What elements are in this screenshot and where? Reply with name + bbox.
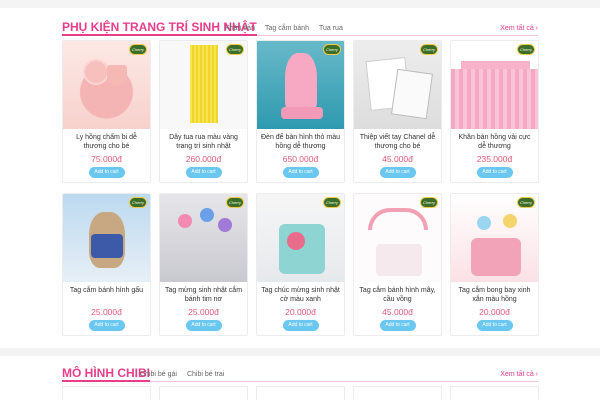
section-tabs: Khăn bàn Tag cắm bánh Tua rua	[225, 25, 343, 32]
product-card[interactable]: Cherry Ly hồng chấm bi dễ thương cho bé …	[62, 40, 151, 183]
product-grid	[62, 386, 539, 400]
product-image[interactable]: Cherry	[160, 194, 247, 282]
tab-tassel[interactable]: Tua rua	[319, 25, 343, 32]
brand-logo: Cherry	[517, 44, 535, 55]
product-card[interactable]: Cherry Tag cắm bánh hình mây, cầu vồng 4…	[353, 193, 442, 336]
product-price: 260.000đ	[185, 154, 222, 164]
see-all-link[interactable]: Xem tất cả ›	[500, 25, 538, 32]
product-name[interactable]: Dây tua rua màu vàng trang trí sinh nhật	[160, 129, 247, 153]
brand-logo: Cherry	[323, 44, 341, 55]
tab-chibi-girl[interactable]: Chibi bé gái	[140, 371, 177, 378]
add-to-cart-button[interactable]: Add to cart	[282, 320, 319, 331]
add-to-cart-button[interactable]: Add to cart	[476, 167, 513, 178]
brand-logo: Cherry	[517, 197, 535, 208]
tab-chibi-boy[interactable]: Chibi bé trai	[187, 371, 224, 378]
add-to-cart-button[interactable]: Add to cart	[185, 167, 222, 178]
brand-logo: Cherry	[129, 197, 147, 208]
add-to-cart-button[interactable]: Add to cart	[282, 167, 319, 178]
product-price: 650.000đ	[282, 154, 319, 164]
product-card[interactable]: Cherry Tag cắm bong bay xinh xắn màu hồn…	[450, 193, 539, 336]
product-price: 25.000đ	[91, 307, 122, 317]
product-card[interactable]	[62, 386, 151, 400]
brand-logo: Cherry	[323, 197, 341, 208]
product-card[interactable]: Cherry Khăn bàn hồng vải cực dễ thương 2…	[450, 40, 539, 183]
product-name[interactable]: Khăn bàn hồng vải cực dễ thương	[451, 129, 538, 153]
product-image[interactable]: Cherry	[354, 194, 441, 282]
product-image[interactable]: Cherry	[257, 41, 344, 129]
product-image[interactable]: Cherry	[451, 194, 538, 282]
section-header: PHỤ KIỆN TRANG TRÍ SINH NHẬT Khăn bàn Ta…	[62, 18, 538, 36]
product-price: 75.000đ	[91, 154, 122, 164]
product-name[interactable]: Tag cắm bong bay xinh xắn màu hồng	[451, 282, 538, 306]
product-price: 235.000đ	[476, 154, 513, 164]
product-price: 45.000đ	[382, 154, 413, 164]
product-name[interactable]: Ly hồng chấm bi dễ thương cho bé	[63, 129, 150, 153]
add-to-cart-button[interactable]: Add to cart	[379, 320, 416, 331]
section-header: MÔ HÌNH CHIBI Chibi bé gái Chibi bé trai…	[62, 364, 538, 382]
product-card[interactable]: Cherry Dây tua rua màu vàng trang trí si…	[159, 40, 248, 183]
add-to-cart-button[interactable]: Add to cart	[476, 320, 513, 331]
add-to-cart-button[interactable]: Add to cart	[185, 320, 222, 331]
product-name[interactable]: Tag cắm bánh hình mây, cầu vồng	[354, 282, 441, 306]
product-price: 45.000đ	[382, 307, 413, 317]
product-name[interactable]: Thiệp viết tay Chanel dễ thương cho bé	[354, 129, 441, 153]
add-to-cart-button[interactable]: Add to cart	[88, 167, 125, 178]
brand-logo: Cherry	[226, 44, 244, 55]
product-card[interactable]	[159, 386, 248, 400]
add-to-cart-button[interactable]: Add to cart	[88, 320, 125, 331]
product-card[interactable]	[353, 386, 442, 400]
product-image[interactable]: Cherry	[63, 194, 150, 282]
section-title: MÔ HÌNH CHIBI	[62, 366, 150, 382]
product-card[interactable]	[450, 386, 539, 400]
product-image[interactable]: Cherry	[354, 41, 441, 129]
product-card[interactable]: Cherry Tag mừng sinh nhật cắm bánh tim n…	[159, 193, 248, 336]
see-all-link[interactable]: Xem tất cả ›	[500, 371, 538, 378]
product-card[interactable]	[256, 386, 345, 400]
product-price: 20.000đ	[479, 307, 510, 317]
brand-logo: Cherry	[226, 197, 244, 208]
product-name[interactable]: Tag chúc mừng sinh nhật cờ màu xanh	[257, 282, 344, 306]
product-price: 25.000đ	[188, 307, 219, 317]
product-name[interactable]: Tag cắm bánh hình gấu	[63, 282, 150, 306]
product-card[interactable]: Cherry Thiệp viết tay Chanel dễ thương c…	[353, 40, 442, 183]
product-image[interactable]: Cherry	[257, 194, 344, 282]
product-grid: Cherry Ly hồng chấm bi dễ thương cho bé …	[62, 40, 539, 336]
product-image[interactable]: Cherry	[451, 41, 538, 129]
chibi-models-section: MÔ HÌNH CHIBI Chibi bé gái Chibi bé trai…	[0, 356, 600, 400]
product-price: 20.000đ	[285, 307, 316, 317]
product-name[interactable]: Đèn để bàn hình thỏ màu hồng dễ thương	[257, 129, 344, 153]
brand-logo: Cherry	[129, 44, 147, 55]
product-card[interactable]: Cherry Đèn để bàn hình thỏ màu hồng dễ t…	[256, 40, 345, 183]
product-image[interactable]: Cherry	[160, 41, 247, 129]
brand-logo: Cherry	[420, 44, 438, 55]
product-name[interactable]: Tag mừng sinh nhật cắm bánh tim nơ	[160, 282, 247, 306]
birthday-accessories-section: PHỤ KIỆN TRANG TRÍ SINH NHẬT Khăn bàn Ta…	[0, 8, 600, 348]
product-card[interactable]: Cherry Tag cắm bánh hình gấu 25.000đ Add…	[62, 193, 151, 336]
tab-cake-tag[interactable]: Tag cắm bánh	[265, 25, 309, 32]
product-image[interactable]: Cherry	[63, 41, 150, 129]
brand-logo: Cherry	[420, 197, 438, 208]
product-card[interactable]: Cherry Tag chúc mừng sinh nhật cờ màu xa…	[256, 193, 345, 336]
add-to-cart-button[interactable]: Add to cart	[379, 167, 416, 178]
section-tabs: Chibi bé gái Chibi bé trai	[140, 371, 224, 378]
tab-table-cloth[interactable]: Khăn bàn	[225, 25, 255, 32]
